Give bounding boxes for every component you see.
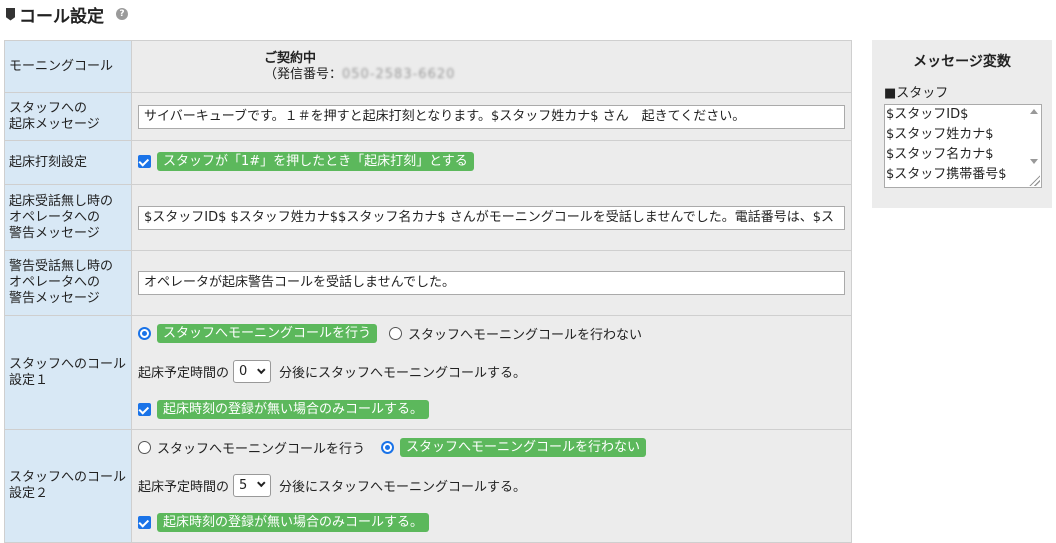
call1-time-suffix: 分後にスタッフへモーニングコールする。 xyxy=(279,366,527,381)
clock-in-checkbox[interactable] xyxy=(138,155,151,168)
call2-only-if-checkbox[interactable] xyxy=(138,516,151,529)
listbox-scrollbar[interactable] xyxy=(1027,105,1041,187)
page-title: コール設定 xyxy=(19,6,104,27)
call1-only-if-checkbox[interactable] xyxy=(138,403,151,416)
variable-item[interactable]: $スタッフ携帯番号$ xyxy=(885,165,1041,185)
masked-number: 050-2583-6620 xyxy=(342,66,456,82)
call1-on-radio[interactable] xyxy=(138,327,151,340)
row-value: オペレータが起床警告コールを受話しませんでした。 xyxy=(131,250,852,316)
wakeup-message-input[interactable]: サイバーキューブです。１＃を押すと起床打刻となります。$スタッフ姓カナ$ さん … xyxy=(138,104,845,129)
warning-no-answer-input[interactable]: オペレータが起床警告コールを受話しませんでした。 xyxy=(138,271,845,295)
row-morning-call: モーニングコール ご契約中 （発信番号：050-2583-6620 xyxy=(4,40,852,93)
row-wakeup-message: スタッフへの 起床メッセージ サイバーキューブです。１＃を押すと起床打刻となりま… xyxy=(4,92,852,141)
call2-on-radio[interactable] xyxy=(138,441,151,454)
row-label: 警告受話無し時の オペレータへの 警告メッセージ xyxy=(4,250,132,316)
row-value: $スタッフID$ $スタッフ姓カナ$$スタッフ名カナ$ さんがモーニングコールを… xyxy=(131,184,852,251)
chevron-down-icon xyxy=(257,365,266,374)
call2-off-radio[interactable] xyxy=(381,441,395,454)
row-value: スタッフが「1#」を押したとき「起床打刻」とする xyxy=(131,140,852,185)
row-label: 起床打刻設定 xyxy=(4,140,132,185)
chevron-down-icon xyxy=(257,478,266,488)
row-value: スタッフへモーニングコールを行う スタッフへモーニングコールを行わない 起床予定… xyxy=(131,315,852,430)
call1-on-label[interactable]: スタッフへモーニングコールを行う xyxy=(157,324,378,343)
call1-time-prefix: 起床予定時間の xyxy=(138,366,230,381)
call2-minutes-select[interactable]: 5 xyxy=(233,473,272,497)
operator-warning-input[interactable]: $スタッフID$ $スタッフ姓カナ$$スタッフ名カナ$ さんがモーニングコールを… xyxy=(138,205,845,230)
panel-title: メッセージ変数 xyxy=(913,54,1011,70)
clock-in-checkbox-label[interactable]: スタッフが「1#」を押したとき「起床打刻」とする xyxy=(157,152,474,171)
call1-only-if-label[interactable]: 起床時刻の登録が無い場合のみコールする。 xyxy=(157,400,430,419)
row-value: ご契約中 （発信番号：050-2583-6620 xyxy=(131,40,852,93)
help-icon[interactable]: ? xyxy=(116,8,128,20)
resize-grip-icon[interactable] xyxy=(1028,174,1040,186)
row-call-setting-1: スタッフへのコール 設定１ スタッフへモーニングコールを行う スタッフへモーニン… xyxy=(4,315,852,430)
scroll-up-icon[interactable] xyxy=(1030,109,1038,114)
row-label: スタッフへの 起床メッセージ xyxy=(4,92,132,141)
call2-off-label[interactable]: スタッフへモーニングコールを行わない xyxy=(400,438,647,457)
contract-status: ご契約中 xyxy=(264,50,317,66)
call2-only-if-label[interactable]: 起床時刻の登録が無い場合のみコールする。 xyxy=(157,513,430,532)
row-label: スタッフへのコール 設定１ xyxy=(4,315,132,430)
caller-number: （発信番号：050-2583-6620 xyxy=(264,66,456,82)
call1-minutes-select[interactable]: 0 xyxy=(233,360,272,383)
row-label: モーニングコール xyxy=(4,40,132,93)
message-variables-panel: メッセージ変数 ■スタッフ $スタッフID$ $スタッフ姓カナ$ $スタッフ名カ… xyxy=(872,40,1052,208)
row-call-setting-2: スタッフへのコール 設定２ スタッフへモーニングコールを行う スタッフへモーニン… xyxy=(4,429,852,543)
row-value: スタッフへモーニングコールを行う スタッフへモーニングコールを行わない 起床予定… xyxy=(131,429,852,543)
call2-time-suffix: 分後にスタッフへモーニングコールする。 xyxy=(279,479,527,495)
scroll-down-icon[interactable] xyxy=(1030,159,1038,164)
call2-time-prefix: 起床予定時間の xyxy=(138,479,230,495)
variable-item[interactable]: $スタッフ名カナ$ xyxy=(885,145,1041,165)
row-clock-in-setting: 起床打刻設定 スタッフが「1#」を押したとき「起床打刻」とする xyxy=(4,140,852,185)
variable-item[interactable]: $スタッフID$ xyxy=(885,105,1041,125)
row-label: 起床受話無し時の オペレータへの 警告メッセージ xyxy=(4,184,132,251)
call1-off-radio[interactable] xyxy=(389,327,403,340)
row-operator-warning-message: 起床受話無し時の オペレータへの 警告メッセージ $スタッフID$ $スタッフ姓… xyxy=(4,184,852,251)
row-value: サイバーキューブです。１＃を押すと起床打刻となります。$スタッフ姓カナ$ さん … xyxy=(131,92,852,141)
settings-table: モーニングコール ご契約中 （発信番号：050-2583-6620 スタッフへの… xyxy=(4,40,852,543)
variable-group-label: ■スタッフ xyxy=(884,86,949,101)
variable-item[interactable]: $スタッフ姓カナ$ xyxy=(885,125,1041,145)
call1-off-label[interactable]: スタッフへモーニングコールを行わない xyxy=(408,324,642,343)
variable-listbox[interactable]: $スタッフID$ $スタッフ姓カナ$ $スタッフ名カナ$ $スタッフ携帯番号$ xyxy=(884,104,1042,188)
row-label: スタッフへのコール 設定２ xyxy=(4,429,132,543)
row-warning-no-answer-message: 警告受話無し時の オペレータへの 警告メッセージ オペレータが起床警告コールを受… xyxy=(4,250,852,316)
bookmark-icon xyxy=(6,7,15,21)
call2-on-label[interactable]: スタッフへモーニングコールを行う xyxy=(157,438,365,457)
page-header: コール設定 ? xyxy=(6,2,128,27)
